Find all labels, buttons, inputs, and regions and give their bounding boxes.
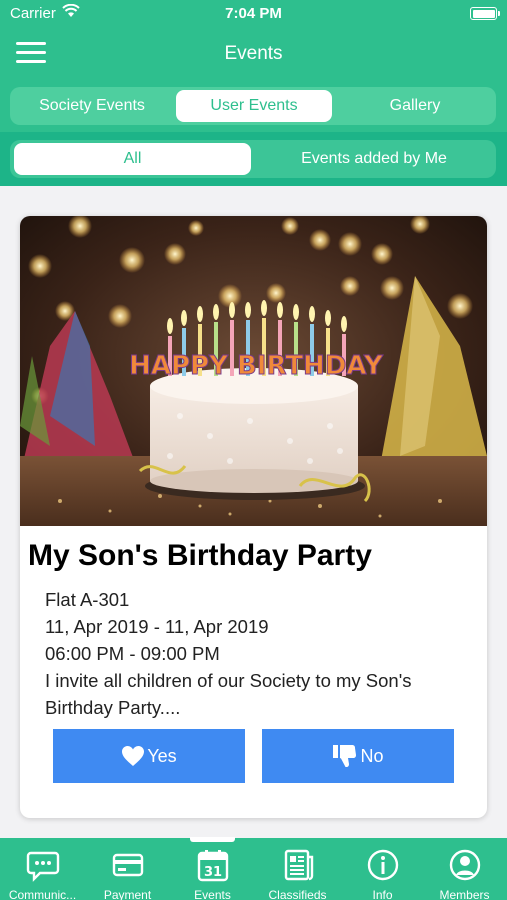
event-type-tabs: Society Events User Events Gallery <box>0 78 507 132</box>
bottom-tab-bar: Communic... Payment 31 Events Classified… <box>0 837 507 900</box>
page-title: Events <box>224 43 283 64</box>
tab-events-added-by-me[interactable]: Events added by Me <box>256 143 492 175</box>
info-icon <box>367 849 399 881</box>
event-card[interactable]: HAPPY BIRTHDAY My Son's Birthday Party F… <box>20 216 487 818</box>
active-tab-indicator <box>190 837 235 842</box>
tab-classifieds-label: Classifieds <box>268 888 327 900</box>
user-icon <box>449 849 481 881</box>
clock: 7:04 PM <box>225 5 282 22</box>
rsvp-yes-button[interactable]: Yes <box>53 729 245 783</box>
newspaper-icon <box>284 849 314 881</box>
tab-society-events[interactable]: Society Events <box>13 90 171 122</box>
credit-card-icon <box>112 853 144 877</box>
nav-bar: Events <box>0 28 507 78</box>
heart-icon <box>122 746 145 766</box>
happy-birthday-candle-letters: HAPPY BIRTHDAY <box>129 351 384 381</box>
event-image: HAPPY BIRTHDAY <box>20 216 487 526</box>
tab-user-events[interactable]: User Events <box>176 90 332 122</box>
tab-events[interactable]: 31 Events <box>170 837 255 900</box>
tab-payment-label: Payment <box>103 888 152 900</box>
calendar-icon: 31 <box>197 850 229 882</box>
event-title: My Son's Birthday Party <box>28 539 372 572</box>
svg-text:31: 31 <box>204 865 222 880</box>
status-bar: Carrier 7:04 PM <box>0 0 507 28</box>
tab-events-label: Events <box>194 888 231 900</box>
rsvp-yes-label: Yes <box>147 745 177 766</box>
event-date-range: 11, Apr 2019 - 11, Apr 2019 <box>45 616 269 637</box>
tab-all[interactable]: All <box>14 143 251 175</box>
rsvp-no-button[interactable]: No <box>262 729 454 783</box>
tab-info[interactable]: Info <box>340 838 425 900</box>
event-filter-tabs: All Events added by Me <box>0 132 507 186</box>
tab-gallery[interactable]: Gallery <box>337 90 493 122</box>
chat-icon <box>26 851 60 882</box>
event-time-range: 06:00 PM - 09:00 PM <box>45 643 220 664</box>
thumbs-down-icon <box>333 745 357 767</box>
rsvp-no-label: No <box>360 745 384 766</box>
event-description: I invite all children of our Society to … <box>45 670 412 718</box>
tab-communication[interactable]: Communic... <box>0 838 85 900</box>
battery-icon <box>470 7 500 20</box>
event-flat: Flat A-301 <box>45 589 130 610</box>
tab-communication-label: Communic... <box>8 888 77 900</box>
event-details: Flat A-301 11, Apr 2019 - 11, Apr 2019 0… <box>45 586 475 721</box>
tab-info-label: Info <box>372 888 393 900</box>
tab-members-label: Members <box>439 888 490 900</box>
tab-payment[interactable]: Payment <box>85 838 170 900</box>
tab-classifieds[interactable]: Classifieds <box>255 838 340 900</box>
tab-members[interactable]: Members <box>422 838 507 900</box>
